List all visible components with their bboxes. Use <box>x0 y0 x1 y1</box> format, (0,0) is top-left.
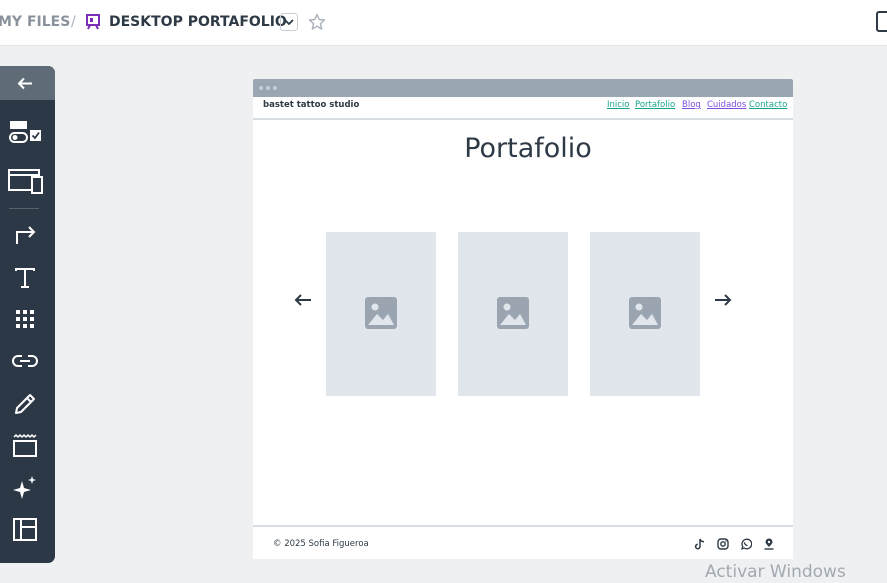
back-button[interactable] <box>0 66 55 100</box>
screens-icon <box>8 169 43 194</box>
site-header: bastet tattoo studio Inicio Portafolio B… <box>253 97 793 120</box>
nav-link-inicio[interactable]: Inicio <box>607 100 630 110</box>
desktop-frame[interactable]: bastet tattoo studio Inicio Portafolio B… <box>253 79 793 559</box>
nav-link-portafolio[interactable]: Portafolio <box>635 100 675 110</box>
gallery-image[interactable] <box>326 232 436 396</box>
nav-link-cuidados[interactable]: Cuidados <box>707 100 746 110</box>
link-icon <box>12 355 38 367</box>
favorite-star-icon[interactable] <box>308 13 326 31</box>
container-icon <box>13 433 37 457</box>
image-placeholder-icon <box>629 297 661 329</box>
windows-activation-watermark: Activar Windows <box>705 562 846 582</box>
breadcrumb-root[interactable]: MY FILES <box>0 12 70 32</box>
screens-tool[interactable] <box>0 163 55 197</box>
left-toolbar <box>0 66 55 563</box>
chevron-down-icon <box>284 19 294 26</box>
top-bar: MY FILES / DESKTOP PORTAFOLIO <box>0 0 887 46</box>
copyright-text: © 2025 Sofia Figueroa <box>273 539 369 549</box>
interaction-arrow-icon <box>16 226 36 244</box>
pencil-tool[interactable] <box>0 386 55 420</box>
panel-icon[interactable] <box>876 11 887 32</box>
image-placeholder-icon <box>365 297 397 329</box>
site-brand[interactable]: bastet tattoo studio <box>263 100 359 110</box>
window-dot <box>266 86 270 90</box>
layout-tool[interactable] <box>0 512 55 546</box>
grid-tool[interactable] <box>0 302 55 336</box>
arrow-left-icon[interactable] <box>294 293 312 307</box>
back-arrow-icon <box>17 77 32 90</box>
image-placeholder-icon <box>497 297 529 329</box>
link-tool[interactable] <box>0 344 55 378</box>
components-icon <box>9 121 41 143</box>
whatsapp-icon[interactable] <box>740 538 752 550</box>
instagram-icon[interactable] <box>717 538 729 550</box>
gallery-image[interactable] <box>458 232 568 396</box>
nav-link-contacto[interactable]: Contacto <box>749 100 787 110</box>
window-dot <box>273 86 277 90</box>
text-tool[interactable] <box>0 260 55 294</box>
components-tool[interactable] <box>0 115 55 149</box>
magic-sparkle-icon <box>13 476 36 499</box>
arrow-right-icon[interactable] <box>714 293 732 307</box>
page-heading: Portafolio <box>464 133 592 164</box>
title-dropdown-button[interactable] <box>280 13 298 31</box>
location-icon[interactable] <box>763 538 775 550</box>
magic-tool[interactable] <box>0 470 55 504</box>
pencil-icon <box>15 394 35 414</box>
window-dot <box>259 86 263 90</box>
text-icon <box>15 268 35 288</box>
container-tool[interactable] <box>0 428 55 462</box>
browser-bar <box>253 79 793 97</box>
tiktok-icon[interactable] <box>694 538 706 550</box>
interaction-tool[interactable] <box>0 217 55 251</box>
layout-icon <box>13 518 37 541</box>
grid-icon <box>16 310 34 328</box>
prototype-board-icon <box>86 14 100 30</box>
site-footer: © 2025 Sofia Figueroa <box>253 525 793 559</box>
nav-link-blog[interactable]: Blog <box>682 100 701 110</box>
toolbar-divider <box>9 208 39 209</box>
gallery-image[interactable] <box>590 232 700 396</box>
file-title[interactable]: DESKTOP PORTAFOLIO <box>109 12 287 32</box>
breadcrumb-separator: / <box>71 14 76 30</box>
